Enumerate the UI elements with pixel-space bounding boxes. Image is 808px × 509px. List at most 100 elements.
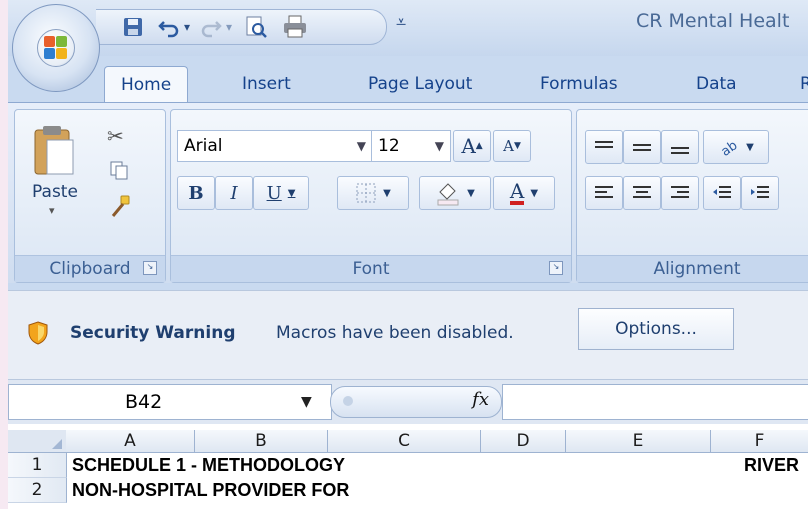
name-box-value: B42: [125, 391, 163, 413]
font-size-value: 12: [378, 136, 400, 156]
font-name-value: Arial: [184, 136, 223, 156]
redo-icon[interactable]: [200, 16, 222, 38]
alignment-group-label: Alignment: [577, 255, 808, 282]
security-warning-message: Macros have been disabled.: [276, 323, 514, 343]
tab-formulas[interactable]: Formulas: [540, 66, 618, 102]
row-header[interactable]: 1: [8, 453, 67, 478]
save-icon[interactable]: [122, 16, 144, 38]
middle-align-icon: [633, 144, 651, 151]
underline-button[interactable]: U ▼: [253, 176, 309, 210]
office-logo-icon: [37, 29, 75, 67]
increase-indent-icon: [751, 186, 769, 198]
bold-button[interactable]: B: [177, 176, 215, 210]
font-color-button[interactable]: A ▼: [493, 176, 555, 210]
paste-dropdown-icon[interactable]: ▾: [49, 204, 55, 217]
paste-icon: [34, 126, 74, 175]
paste-label: Paste: [32, 182, 78, 202]
tab-home[interactable]: Home: [104, 66, 189, 105]
spreadsheet-grid: A B C D E F 1 SCHEDULE 1 - METHODOLOGY R…: [8, 424, 808, 509]
name-box[interactable]: B42 ▼: [8, 384, 332, 420]
font-group: Arial ▼ 12 ▼ A ▲ A ▼ B I U ▼ ▼ ▼ A ▼ Fon…: [170, 109, 572, 283]
middle-align-button[interactable]: [623, 130, 661, 164]
undo-icon[interactable]: [158, 16, 180, 38]
align-center-button[interactable]: [623, 176, 661, 210]
format-painter-icon[interactable]: [109, 194, 133, 222]
title-bar: ▾ ▾ ⩡ CR Mental Healt: [8, 0, 808, 56]
cell-f1[interactable]: RIVER: [744, 455, 799, 476]
orientation-icon: ab: [719, 138, 741, 157]
copy-icon[interactable]: [109, 160, 129, 184]
shield-icon: [28, 321, 48, 345]
font-name-combo[interactable]: Arial ▼: [177, 130, 373, 162]
options-button[interactable]: Options...: [578, 308, 734, 350]
insert-function-icon[interactable]: fx: [472, 389, 489, 410]
quick-print-icon[interactable]: [282, 15, 308, 38]
chevron-down-icon: ▼: [434, 139, 444, 153]
select-all-button[interactable]: [8, 430, 67, 453]
window-title: CR Mental Healt: [636, 10, 790, 32]
grow-font-button[interactable]: A ▲: [453, 130, 491, 162]
row-header[interactable]: 2: [8, 478, 67, 503]
clipboard-launcher-icon[interactable]: ↘: [143, 261, 157, 275]
office-button[interactable]: [12, 4, 100, 92]
svg-text:ab: ab: [719, 138, 741, 157]
formula-bar: B42 ▼ fx: [8, 380, 808, 425]
cut-icon[interactable]: ✂: [107, 124, 124, 148]
redo-dropdown-icon[interactable]: ▾: [226, 16, 232, 38]
quick-access-toolbar: ▾ ▾: [96, 9, 387, 45]
formula-controls: fx: [330, 386, 502, 418]
bottom-align-icon: [671, 147, 689, 154]
tab-insert[interactable]: Insert: [242, 66, 291, 102]
borders-icon: [356, 183, 376, 203]
column-header-e[interactable]: E: [566, 430, 711, 453]
tab-page-layout[interactable]: Page Layout: [368, 66, 472, 102]
expand-dot-icon: [343, 396, 353, 406]
print-preview-icon[interactable]: [244, 16, 268, 38]
chevron-down-icon[interactable]: ▼: [301, 385, 312, 419]
column-header-b[interactable]: B: [195, 430, 328, 453]
ribbon: Paste ▾ ✂ Clipboard ↘ Arial ▼ 12 ▼ A ▲ A…: [8, 102, 808, 283]
top-align-button[interactable]: [585, 130, 623, 164]
paste-button[interactable]: Paste ▾: [25, 120, 85, 220]
chevron-down-icon: ▼: [356, 139, 366, 153]
orientation-button[interactable]: ab ▼: [703, 130, 769, 164]
increase-indent-button[interactable]: [741, 176, 779, 210]
font-group-label: Font: [171, 255, 571, 282]
font-size-combo[interactable]: 12 ▼: [371, 130, 451, 162]
bottom-align-button[interactable]: [661, 130, 699, 164]
borders-button[interactable]: ▼: [337, 176, 409, 210]
cell-a2[interactable]: NON-HOSPITAL PROVIDER FOR: [72, 480, 349, 501]
chevron-down-icon: ▼: [530, 187, 539, 199]
chevron-down-icon: ▼: [746, 141, 754, 153]
cell-a1[interactable]: SCHEDULE 1 - METHODOLOGY: [72, 455, 345, 476]
fill-color-button[interactable]: ▼: [419, 176, 491, 210]
alignment-group: ab ▼ Alignment: [576, 109, 808, 283]
tab-review[interactable]: R: [800, 66, 808, 102]
align-right-button[interactable]: [661, 176, 699, 210]
align-left-icon: [595, 186, 613, 198]
formula-input[interactable]: [502, 384, 808, 420]
column-header-a[interactable]: A: [66, 430, 195, 453]
undo-dropdown-icon[interactable]: ▾: [184, 16, 190, 38]
decrease-indent-button[interactable]: [703, 176, 741, 210]
clipboard-group: Paste ▾ ✂ Clipboard ↘: [14, 109, 166, 283]
shrink-font-button[interactable]: A ▼: [493, 130, 531, 162]
security-warning-title: Security Warning: [70, 323, 236, 343]
align-center-icon: [633, 186, 651, 198]
align-left-button[interactable]: [585, 176, 623, 210]
font-launcher-icon[interactable]: ↘: [549, 261, 563, 275]
column-header-c[interactable]: C: [328, 430, 481, 453]
column-header-f[interactable]: F: [711, 430, 808, 453]
top-align-icon: [595, 141, 613, 148]
excel-window: ▾ ▾ ⩡ CR Mental Healt Home Insert Page L…: [8, 0, 808, 509]
chevron-down-icon: ▼: [383, 187, 391, 199]
column-header-d[interactable]: D: [481, 430, 566, 453]
tab-data[interactable]: Data: [696, 66, 737, 102]
customize-qat-icon[interactable]: ⩡: [396, 12, 406, 33]
decrease-indent-icon: [713, 186, 731, 198]
align-right-icon: [671, 186, 689, 198]
security-warning-bar: Security Warning Macros have been disabl…: [8, 290, 808, 380]
fill-bucket-icon: [437, 183, 459, 206]
italic-button[interactable]: I: [215, 176, 253, 210]
chevron-down-icon: ▼: [467, 187, 475, 199]
